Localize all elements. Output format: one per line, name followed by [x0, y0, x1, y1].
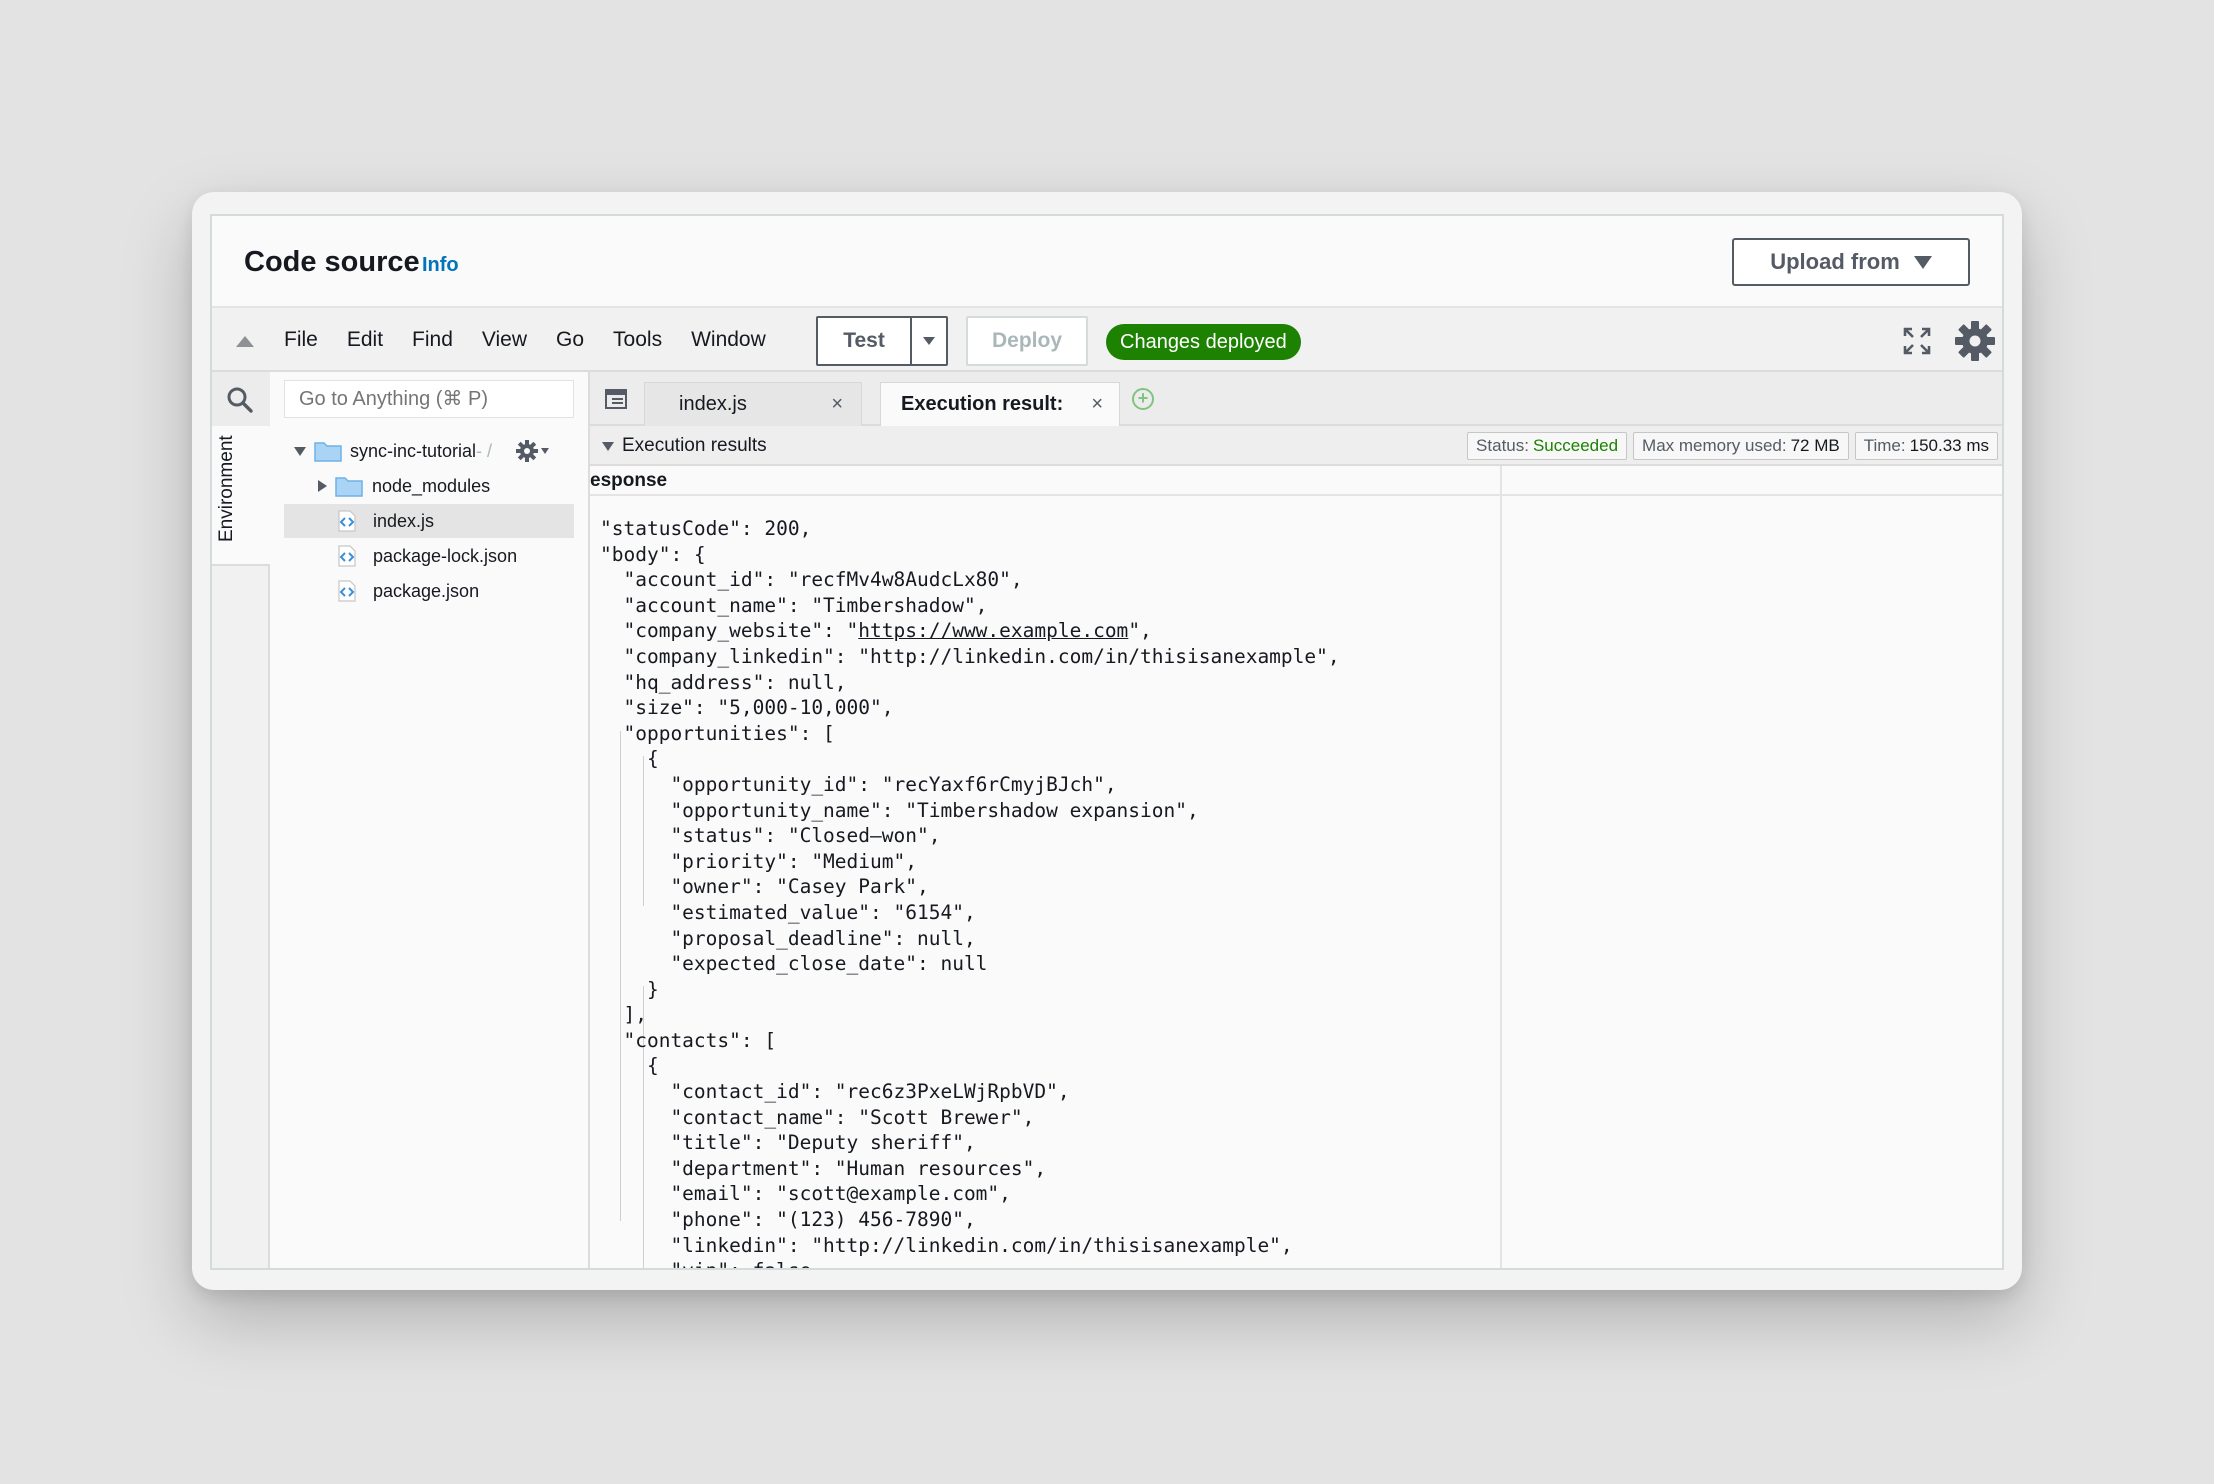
status-value: Succeeded: [1532, 436, 1619, 455]
status-label: Status:: [1476, 436, 1529, 455]
file-code-icon: [338, 580, 356, 602]
tab-execution-results[interactable]: Execution result: ×: [880, 382, 1120, 426]
memory-value: 72 MB: [1790, 436, 1840, 455]
menu-edit[interactable]: Edit: [347, 328, 383, 352]
tab-label: Execution result:: [901, 393, 1064, 415]
caret-down-icon: [602, 441, 614, 451]
response-json: "statusCode": 200, "body": { "account_id…: [600, 516, 1340, 1268]
code-source-panel: Code source Info Upload from File Edit F…: [210, 214, 2004, 1270]
side-rail: Environment: [212, 372, 270, 1268]
response-header: esponse: [590, 466, 2002, 496]
tree-item-label: package.json: [373, 580, 480, 601]
tree-item-package-lock[interactable]: package-lock.json: [284, 539, 574, 573]
response-label: esponse: [590, 470, 668, 491]
caret-down-icon: [294, 446, 306, 456]
json-text: ", "company_linkedin": "http://linkedin.…: [623, 619, 1340, 1268]
settings-gear-icon[interactable]: [1954, 320, 1996, 362]
status-chip: Status: Succeeded: [1467, 432, 1628, 460]
info-link[interactable]: Info: [422, 254, 459, 277]
editor-tabs: index.js × Execution result: × +: [590, 372, 2002, 426]
panel-header: Code source Info Upload from: [212, 216, 2002, 308]
tab-list-icon[interactable]: [604, 388, 628, 410]
rail-search: [212, 372, 270, 426]
tree-item-label: package-lock.json: [373, 545, 518, 566]
menu-tools[interactable]: Tools: [613, 328, 662, 352]
deploy-button[interactable]: Deploy: [966, 316, 1088, 366]
root-folder-suffix: - /: [476, 440, 493, 461]
tree-item-package-json[interactable]: package.json: [284, 574, 574, 608]
gear-icon[interactable]: [516, 440, 539, 462]
execution-results-title: Execution results: [622, 435, 767, 456]
go-to-anything-input[interactable]: [284, 380, 574, 418]
tree-item-index-js[interactable]: index.js: [284, 504, 574, 538]
tree-item-label: index.js: [373, 510, 435, 531]
menu-find[interactable]: Find: [412, 328, 453, 352]
upload-from-label: Upload from: [1770, 249, 1900, 274]
menu-view[interactable]: View: [482, 328, 527, 352]
code-source-card: Code source Info Upload from File Edit F…: [192, 192, 2022, 1290]
tree-item-label: node_modules: [372, 475, 491, 496]
memory-chip: Max memory used: 72 MB: [1633, 432, 1849, 460]
time-chip: Time: 150.33 ms: [1854, 432, 1998, 460]
test-button-group: Test: [816, 316, 948, 366]
environment-tab-label: Environment: [216, 435, 237, 542]
tab-label: index.js: [679, 393, 747, 415]
caret-down-icon: [923, 337, 935, 345]
time-value: 150.33 ms: [1909, 436, 1989, 455]
changes-deployed-badge: Changes deployed: [1106, 324, 1301, 360]
search-icon[interactable]: [226, 386, 254, 414]
tree-item-root[interactable]: sync-inc-tutorial - /: [284, 434, 574, 468]
caret-right-icon: [318, 480, 327, 492]
test-dropdown-button[interactable]: [912, 318, 946, 364]
menu-file[interactable]: File: [284, 328, 318, 352]
upload-from-button[interactable]: Upload from: [1732, 238, 1970, 286]
result-metrics: Status: Succeeded Max memory used: 72 MB…: [1467, 432, 1998, 460]
close-icon[interactable]: ×: [1091, 393, 1103, 416]
environment-tab[interactable]: Environment: [212, 426, 270, 566]
fullscreen-icon[interactable]: [1902, 326, 1932, 356]
close-icon[interactable]: ×: [831, 393, 843, 416]
add-tab-icon[interactable]: +: [1132, 388, 1154, 410]
ide-toolbar: File Edit Find View Go Tools Window Test…: [212, 308, 2002, 372]
time-label: Time:: [1863, 436, 1906, 455]
folder-icon: [314, 442, 342, 462]
file-tree: sync-inc-tutorial - /: [270, 372, 590, 1268]
caret-down-icon: [1913, 255, 1932, 269]
chevron-down-icon: [541, 448, 550, 454]
tree-item-node-modules[interactable]: node_modules: [284, 469, 574, 503]
execution-results-bar: Execution results Status: Succeeded Max …: [590, 426, 2002, 466]
execution-results-toggle[interactable]: Execution results: [602, 435, 767, 457]
collapse-icon[interactable]: [236, 336, 254, 347]
file-code-icon: [338, 545, 356, 567]
response-output: "statusCode": 200, "body": { "account_id…: [590, 496, 1498, 1268]
folder-icon: [335, 477, 363, 497]
tab-index-js[interactable]: index.js ×: [644, 382, 862, 426]
root-folder-label: sync-inc-tutorial: [350, 440, 477, 461]
page-title: Code source: [244, 246, 420, 278]
test-button[interactable]: Test: [818, 318, 912, 364]
file-code-icon: [338, 510, 356, 532]
menu-go[interactable]: Go: [556, 328, 584, 352]
memory-label: Max memory used:: [1642, 436, 1787, 455]
pane-divider[interactable]: [1500, 466, 1502, 1268]
menu-window[interactable]: Window: [691, 328, 766, 352]
menu-bar: File Edit Find View Go Tools Window: [284, 328, 795, 352]
company-website-link[interactable]: https://www.example.com: [858, 619, 1128, 642]
